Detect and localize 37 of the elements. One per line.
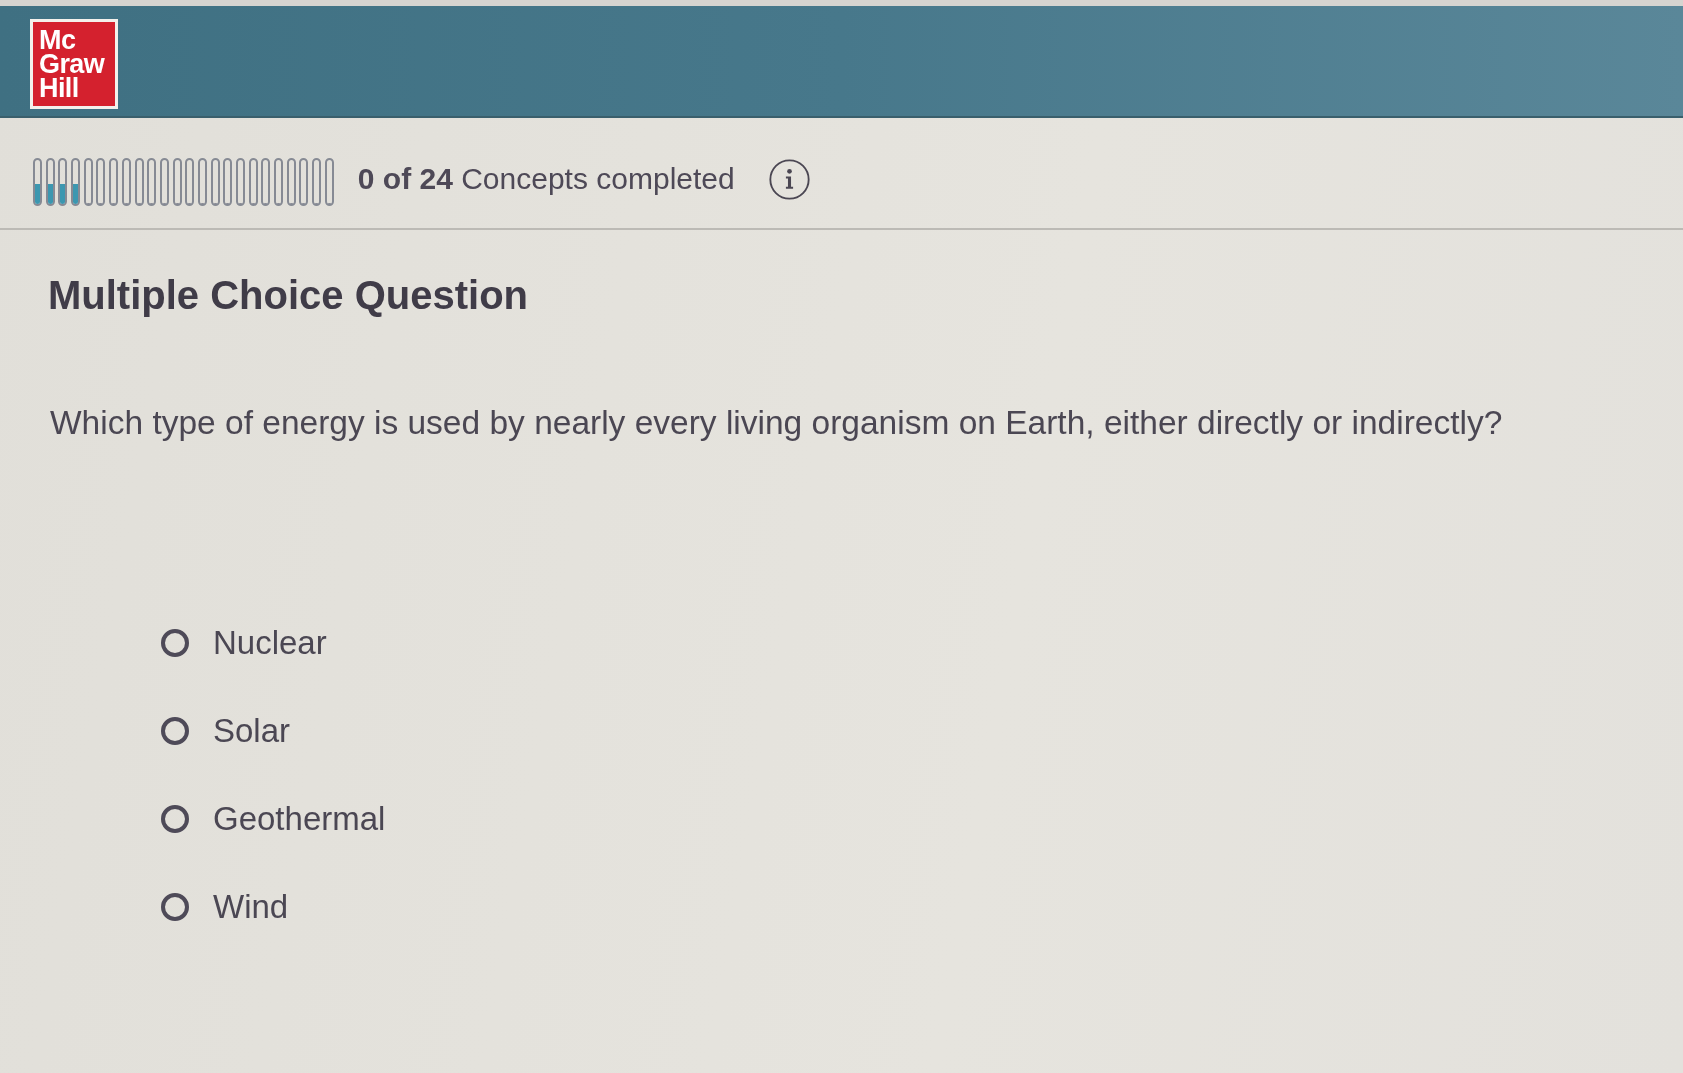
progress-segment: [312, 158, 322, 206]
progress-segment: [286, 158, 296, 206]
progress-segment: [274, 158, 284, 206]
progress-segment: [299, 158, 309, 206]
question-text: Which type of energy is used by nearly every living organism on Earth, either directly or indirectly?: [50, 403, 1503, 443]
answer-option[interactable]: Nuclear: [161, 622, 386, 663]
radio-button[interactable]: [161, 716, 189, 745]
progress-segment: [83, 158, 93, 206]
progress-segment: [109, 158, 119, 206]
progress-segment: [33, 158, 42, 206]
progress-segment: [134, 158, 144, 206]
progress-segment: [261, 158, 271, 206]
radio-button[interactable]: [161, 628, 189, 657]
progress-segment: [223, 158, 233, 206]
progress-segment: [45, 158, 55, 206]
info-icon[interactable]: [768, 158, 810, 200]
progress-segment: [172, 158, 182, 206]
progress-segment: [236, 158, 245, 206]
radio-button[interactable]: [161, 804, 189, 833]
progress-segment: [71, 158, 81, 206]
progress-segment: [121, 158, 131, 206]
question-heading: Multiple Choice Question: [48, 272, 529, 319]
progress-segment: [159, 158, 169, 206]
progress-segment: [58, 158, 68, 206]
answer-option[interactable]: Wind: [161, 886, 386, 927]
brand-logo: Mc Graw Hill: [30, 19, 118, 109]
answer-option[interactable]: Solar: [161, 710, 386, 751]
progress-segment: [210, 158, 220, 206]
progress-segment: [248, 158, 258, 206]
answer-option[interactable]: Geothermal: [161, 798, 386, 839]
radio-button[interactable]: [161, 892, 189, 921]
progress-segment: [96, 158, 106, 206]
progress-segment: [185, 158, 195, 206]
progress-segment: [147, 158, 157, 206]
progress-segment: [324, 158, 334, 206]
concepts-status: 0 of 24 Concepts completed: [357, 162, 735, 196]
progress-segment: [197, 158, 207, 206]
